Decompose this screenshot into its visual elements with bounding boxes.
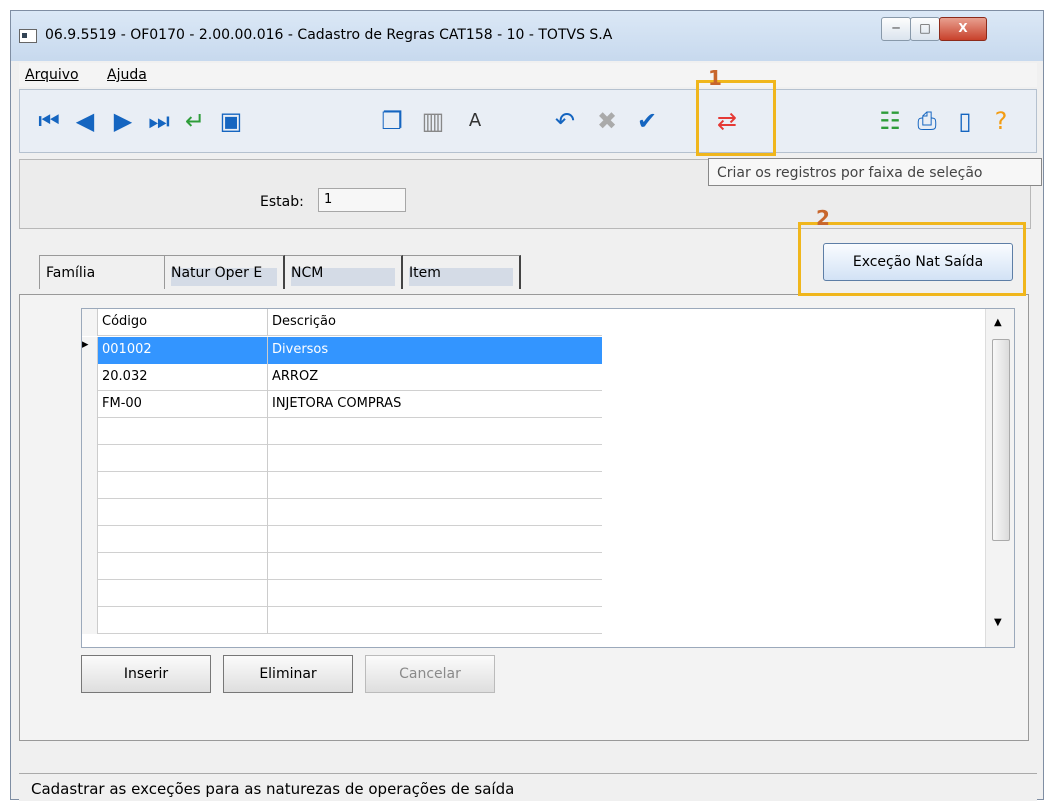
cell-code: 001002 (98, 337, 268, 364)
highlight-box-1 (696, 80, 776, 156)
tab-ncm[interactable]: NCM (285, 255, 403, 289)
cell-code: 20.032 (98, 364, 268, 391)
edit-icon[interactable]: A (460, 106, 490, 136)
help-icon[interactable]: ? (986, 106, 1016, 136)
estab-label: Estab: (260, 194, 304, 210)
estab-input[interactable]: 1 (318, 188, 406, 212)
first-record-icon[interactable]: ⏮ (34, 106, 64, 136)
copy-icon[interactable]: ❐ (377, 106, 407, 136)
tab-familia-label: Família (46, 265, 96, 281)
prev-record-icon[interactable]: ◀ (70, 106, 100, 136)
window-title: 06.9.5519 - OF0170 - 2.00.00.016 - Cadas… (45, 27, 613, 43)
menu-bar: Arquivo Ajuda (19, 63, 1037, 87)
annotation-number-2: 2 (816, 206, 830, 230)
scroll-up-icon[interactable]: ▲ (994, 317, 1002, 328)
table-row-empty (82, 553, 602, 580)
family-grid: Código Descrição ▸ 001002 Diversos 20.03… (81, 308, 1015, 648)
table-row-empty (82, 472, 602, 499)
highlight-box-2 (798, 222, 1026, 296)
tab-natur-oper-label: Natur Oper E (171, 265, 263, 281)
cell-description: Diversos (268, 337, 602, 364)
goto-icon[interactable]: ↵ (180, 106, 210, 136)
cancel-icon[interactable]: ✖ (592, 106, 622, 136)
menu-ajuda[interactable]: Ajuda (107, 67, 147, 83)
toolbar: ⏮ ◀ ▶ ⏭ ↵ ▣ ❐ ▥ A ↶ ✖ ✔ ⇄ ☷ ⎙ ▯ ? (19, 89, 1037, 153)
delete-icon[interactable]: ▥ (418, 106, 448, 136)
annotation-number-1: 1 (708, 66, 722, 90)
next-record-icon[interactable]: ▶ (108, 106, 138, 136)
minimize-button[interactable]: ─ (881, 17, 911, 41)
table-row-empty (82, 445, 602, 472)
column-header-description[interactable]: Descrição (268, 309, 602, 336)
exit-icon[interactable]: ▯ (950, 106, 980, 136)
last-record-icon[interactable]: ⏭ (144, 106, 174, 136)
tooltip: Criar os registros por faixa de seleção (708, 158, 1042, 186)
app-icon (19, 29, 37, 43)
delete-button[interactable]: Eliminar (223, 655, 353, 693)
maximize-button[interactable]: □ (910, 17, 940, 41)
close-button[interactable]: X (939, 17, 987, 41)
tab-item[interactable]: Item (403, 255, 521, 289)
table-row-empty (82, 580, 602, 607)
table-row[interactable]: 20.032 ARROZ (82, 364, 602, 391)
cell-description: INJETORA COMPRAS (272, 396, 402, 411)
insert-button[interactable]: Inserir (81, 655, 211, 693)
save-icon[interactable]: ✔ (632, 106, 662, 136)
undo-icon[interactable]: ↶ (550, 106, 580, 136)
status-bar: Cadastrar as exceções para as naturezas … (19, 773, 1037, 801)
table-row[interactable]: FM-00 INJETORA COMPRAS (82, 391, 602, 418)
table-row-empty (82, 418, 602, 445)
scroll-down-icon[interactable]: ▼ (994, 617, 1002, 628)
grid-scrollbar[interactable]: ▲ ▼ (985, 309, 1014, 647)
tab-ncm-label: NCM (291, 265, 324, 281)
row-indicator-icon: ▸ (82, 337, 98, 364)
tree-icon[interactable]: ☷ (875, 106, 905, 136)
cell-code: FM-00 (98, 391, 268, 418)
table-row-empty (82, 499, 602, 526)
cancel-button[interactable]: Cancelar (365, 655, 495, 693)
tab-natur-oper[interactable]: Natur Oper E (165, 255, 285, 289)
table-row-empty (82, 526, 602, 553)
search-icon[interactable]: ▣ (216, 106, 246, 136)
cell-description: ARROZ (272, 369, 319, 384)
table-row[interactable]: ▸ 001002 Diversos (82, 337, 602, 364)
tab-familia[interactable]: Família (39, 255, 165, 289)
table-row-empty (82, 607, 602, 634)
tab-item-label: Item (409, 265, 441, 281)
main-window: 06.9.5519 - OF0170 - 2.00.00.016 - Cadas… (10, 10, 1044, 801)
column-header-code[interactable]: Código (98, 309, 268, 336)
title-bar: 06.9.5519 - OF0170 - 2.00.00.016 - Cadas… (11, 11, 1043, 61)
grid-header: Código Descrição (82, 309, 602, 336)
menu-arquivo[interactable]: Arquivo (25, 67, 79, 83)
scroll-thumb[interactable] (992, 339, 1010, 541)
print-icon[interactable]: ⎙ (912, 106, 942, 136)
